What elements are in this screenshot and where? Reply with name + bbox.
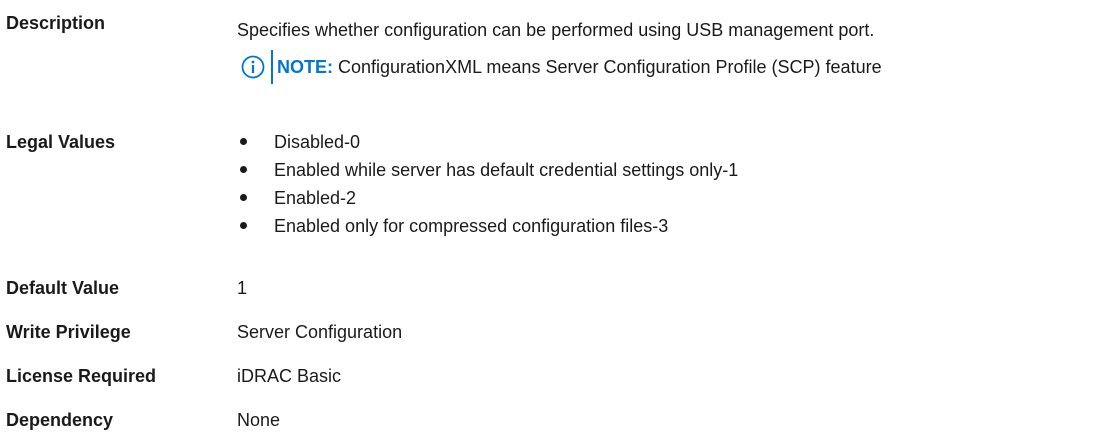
note-divider	[271, 50, 273, 84]
list-item: Enabled while server has default credent…	[237, 156, 738, 184]
list-item: Disabled-0	[237, 128, 738, 156]
note-text: ConfigurationXML means Server Configurat…	[338, 56, 882, 77]
note-box: NOTE: ConfigurationXML means Server Conf…	[237, 50, 882, 84]
write-privilege-value: Server Configuration	[237, 322, 403, 342]
dependency-value: None	[237, 410, 281, 430]
bullet-icon	[240, 166, 247, 173]
description-label: Description	[6, 13, 106, 33]
default-value-value: 1	[237, 278, 248, 298]
list-item-text: Enabled only for compressed configuratio…	[274, 216, 669, 236]
dependency-label: Dependency	[6, 410, 114, 430]
list-item-text: Disabled-0	[274, 132, 361, 152]
write-privilege-label: Write Privilege	[6, 322, 131, 342]
bullet-icon	[240, 222, 247, 229]
list-item-text: Enabled-2	[274, 188, 357, 208]
note-label: NOTE:	[277, 56, 333, 77]
description-text: Specifies whether configuration can be p…	[237, 20, 875, 40]
list-item: Enabled only for compressed configuratio…	[237, 212, 738, 240]
info-icon	[241, 55, 265, 79]
list-item: Enabled-2	[237, 184, 738, 212]
license-required-value: iDRAC Basic	[237, 366, 342, 386]
list-item-text: Enabled while server has default credent…	[274, 160, 739, 180]
legal-values-list: Disabled-0 Enabled while server has defa…	[237, 128, 738, 240]
default-value-label: Default Value	[6, 278, 120, 298]
legal-values-label: Legal Values	[6, 132, 116, 152]
bullet-icon	[240, 194, 247, 201]
license-required-label: License Required	[6, 366, 157, 386]
bullet-icon	[240, 138, 247, 145]
